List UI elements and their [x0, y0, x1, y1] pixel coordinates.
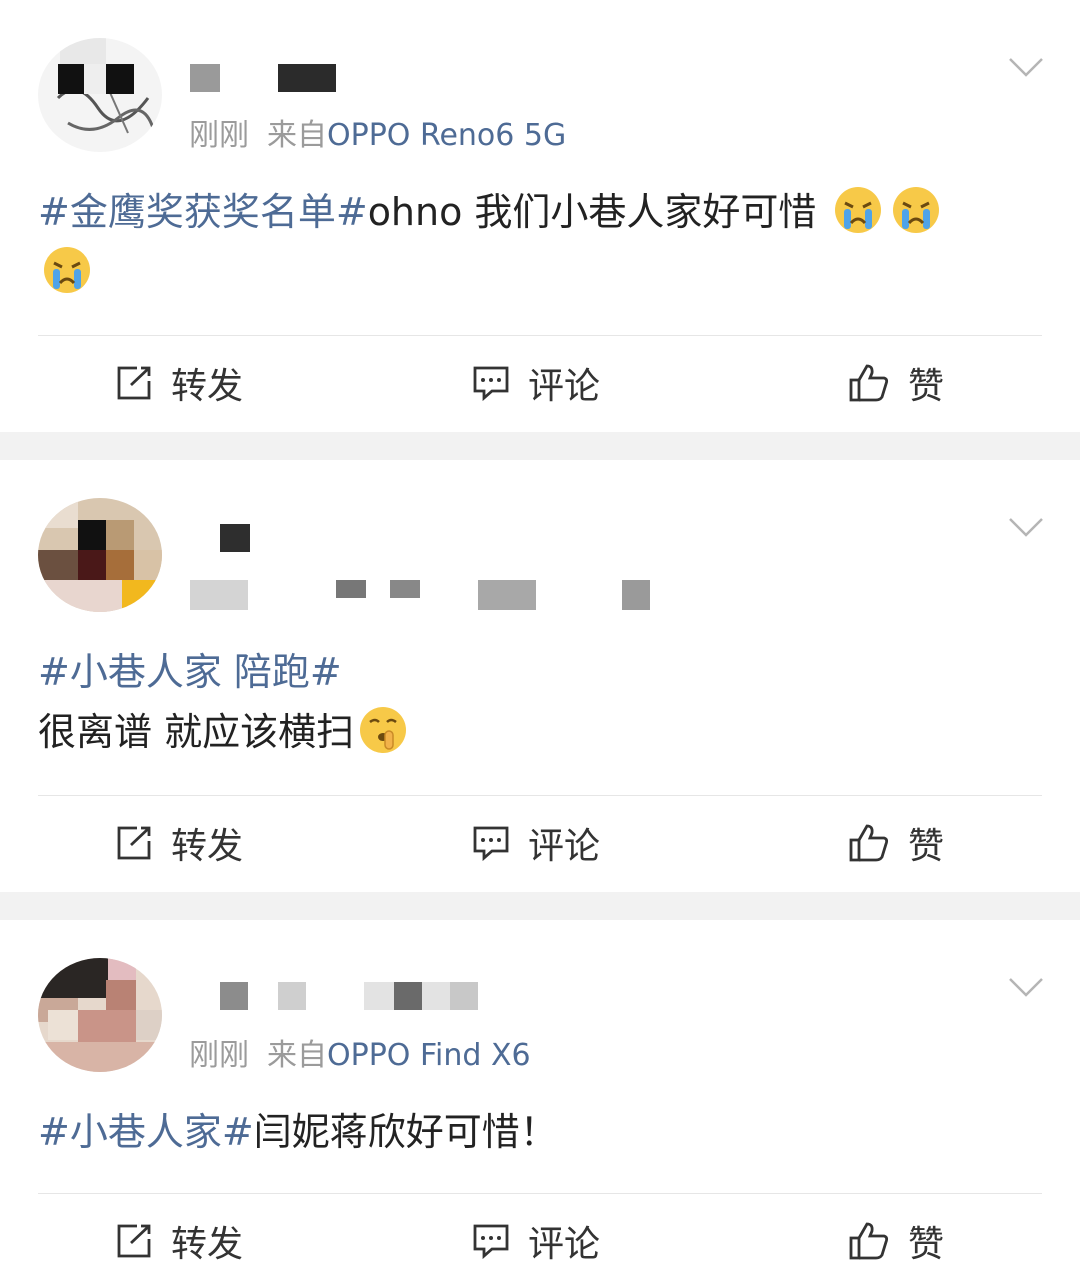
avatar[interactable]	[38, 958, 162, 1072]
source-prefix: 来自	[267, 1038, 327, 1073]
username-redacted[interactable]	[190, 982, 490, 1012]
like-button[interactable]: 赞	[848, 338, 944, 428]
comment-button[interactable]: 评论	[472, 798, 600, 888]
divider	[38, 795, 1042, 796]
post-content: #小巷人家 陪跑# 很离谱 就应该横扫	[38, 642, 1042, 762]
repost-icon	[117, 366, 151, 400]
device-name[interactable]: OPPO Find X6	[327, 1038, 531, 1073]
post-time: 刚刚	[189, 118, 249, 153]
post-3: 刚刚 来自OPPO Find X6 #小巷人家#闫妮蒋欣好可惜！ 转发 评论 赞	[0, 920, 1080, 1288]
post-text: 闫妮蒋欣好可惜！	[253, 1110, 558, 1154]
repost-button[interactable]: 转发	[115, 338, 243, 428]
repost-icon	[117, 1224, 151, 1258]
like-label: 赞	[908, 1224, 945, 1265]
post-meta: 刚刚 来自OPPO Reno6 5G	[189, 110, 566, 154]
repost-button[interactable]: 转发	[115, 1196, 243, 1286]
post-separator	[0, 892, 1080, 920]
repost-label: 转发	[171, 366, 244, 407]
hashtag-link[interactable]: #小巷人家#	[38, 1110, 254, 1154]
comment-label: 评论	[528, 1224, 601, 1265]
chevron-down-icon[interactable]	[1008, 56, 1044, 78]
post-separator	[0, 432, 1080, 460]
hashtag-link[interactable]: #金鹰奖获奖名单#	[38, 190, 368, 234]
post-content: #小巷人家#闫妮蒋欣好可惜！	[38, 1102, 1042, 1162]
source-prefix: 来自	[267, 118, 327, 153]
thumbs-up-icon	[849, 1222, 889, 1260]
comment-button[interactable]: 评论	[472, 1196, 600, 1286]
avatar[interactable]	[38, 498, 162, 612]
repost-icon	[117, 826, 151, 860]
crying-face-icon	[44, 247, 90, 293]
avatar[interactable]	[38, 38, 162, 152]
post-content: #金鹰奖获奖名单#ohno 我们小巷人家好可惜	[38, 182, 1042, 302]
comment-icon	[473, 366, 509, 401]
post-time: 刚刚	[189, 1038, 249, 1073]
shushing-face-icon	[360, 707, 407, 753]
username-redacted[interactable]	[190, 524, 660, 614]
post-1: 刚刚 来自OPPO Reno6 5G #金鹰奖获奖名单#ohno 我们小巷人家好可…	[0, 0, 1080, 432]
comment-icon	[473, 826, 509, 861]
like-button[interactable]: 赞	[848, 1196, 944, 1286]
chevron-down-icon[interactable]	[1008, 976, 1044, 998]
post-text: 很离谱 就应该横扫	[38, 710, 355, 754]
like-button[interactable]: 赞	[848, 798, 944, 888]
comment-label: 评论	[528, 366, 601, 407]
crying-face-icon	[834, 187, 881, 233]
chevron-down-icon[interactable]	[1008, 516, 1044, 538]
comment-label: 评论	[528, 826, 601, 867]
action-bar: 转发 评论 赞	[0, 1196, 1080, 1286]
repost-label: 转发	[171, 1224, 244, 1265]
like-label: 赞	[908, 826, 945, 867]
post-meta: 刚刚 来自OPPO Find X6	[189, 1030, 531, 1074]
hashtag-link[interactable]: #小巷人家 陪跑#	[38, 650, 342, 694]
device-name[interactable]: OPPO Reno6 5G	[327, 118, 566, 153]
comment-button[interactable]: 评论	[472, 338, 600, 428]
action-bar: 转发 评论 赞	[0, 798, 1080, 888]
comment-icon	[473, 1224, 509, 1259]
like-label: 赞	[908, 366, 945, 407]
thumbs-up-icon	[849, 364, 889, 402]
action-bar: 转发 评论 赞	[0, 338, 1080, 428]
thumbs-up-icon	[849, 824, 889, 862]
crying-face-icon	[892, 187, 939, 233]
post-text: ohno 我们小巷人家好可惜	[367, 190, 817, 234]
post-2: #小巷人家 陪跑# 很离谱 就应该横扫 转发 评论 赞	[0, 460, 1080, 892]
repost-label: 转发	[171, 826, 244, 867]
divider	[38, 335, 1042, 336]
username-redacted[interactable]	[190, 64, 336, 94]
divider	[38, 1193, 1042, 1194]
repost-button[interactable]: 转发	[115, 798, 243, 888]
